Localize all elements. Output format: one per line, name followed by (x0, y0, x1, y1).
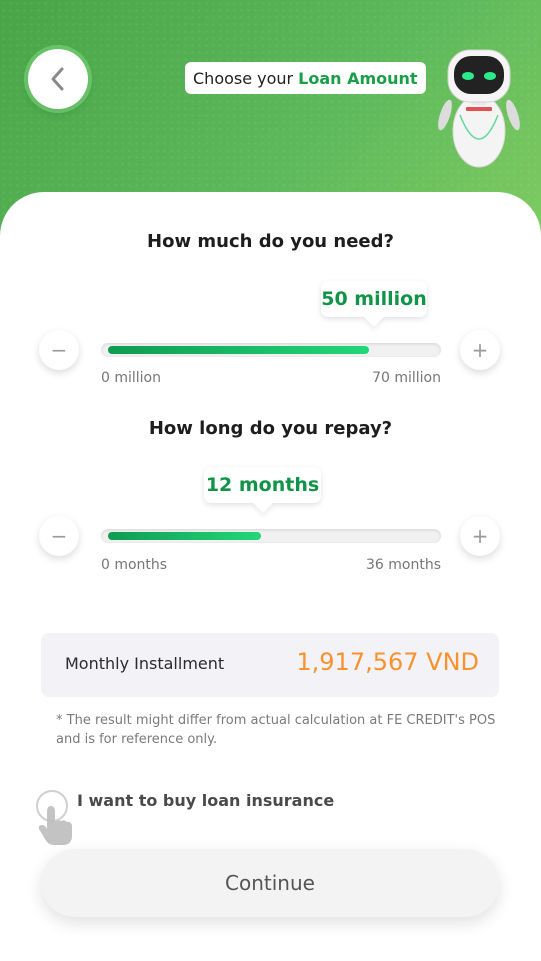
duration-value-label: 12 months (205, 474, 320, 496)
installment-value: 1,917,567 VND (296, 648, 479, 676)
insurance-label: I want to buy loan insurance (77, 791, 335, 810)
continue-button[interactable]: Continue (41, 849, 499, 917)
duration-max-label: 36 months (366, 557, 441, 573)
duration-slider[interactable] (101, 529, 441, 543)
duration-question: How long do you repay? (148, 418, 393, 439)
header-title-bubble: Choose your Loan Amount (185, 62, 426, 94)
amount-question: How much do you need? (147, 231, 394, 252)
amount-increase-button[interactable]: + (460, 330, 500, 370)
robot-mascot (438, 49, 520, 168)
amount-min-label: 0 million (101, 370, 161, 386)
header-title-accent: Loan Amount (298, 68, 418, 88)
amount-slider[interactable] (101, 343, 441, 357)
duration-increase-button[interactable]: + (460, 516, 500, 556)
continue-label: Continue (225, 871, 315, 895)
duration-min-label: 0 months (101, 557, 168, 573)
header-title-prefix: Choose your (193, 68, 294, 88)
amount-decrease-button[interactable]: − (39, 330, 79, 370)
monthly-installment-card: Monthly Installment 1,917,567 VND (41, 633, 499, 697)
hand-pointer-icon (38, 806, 72, 845)
amount-value-bubble: 50 million (321, 281, 427, 317)
minus-icon: − (50, 524, 68, 548)
disclaimer-text: * The result might differ from actual ca… (56, 713, 496, 747)
amount-slider-fill (108, 346, 369, 354)
amount-value-label: 50 million (321, 288, 427, 310)
duration-value-bubble: 12 months (204, 467, 321, 503)
plus-icon: + (471, 338, 489, 362)
plus-icon: + (471, 524, 489, 548)
amount-max-label: 70 million (372, 370, 441, 386)
installment-label: Monthly Installment (65, 654, 225, 673)
minus-icon: − (50, 338, 68, 362)
insurance-option[interactable]: I want to buy loan insurance (34, 786, 454, 846)
back-button[interactable] (28, 49, 88, 109)
chevron-left-icon (51, 67, 64, 91)
duration-decrease-button[interactable]: − (39, 516, 79, 556)
duration-slider-fill (108, 532, 261, 540)
